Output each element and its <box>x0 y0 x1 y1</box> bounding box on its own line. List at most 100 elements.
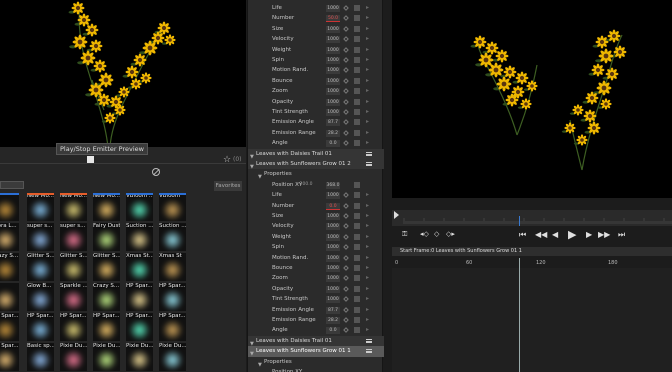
timeline-track-area[interactable] <box>392 268 672 372</box>
keyframe-diamond-icon[interactable] <box>343 119 349 126</box>
expand-arrow-icon[interactable]: ▸ <box>366 201 369 211</box>
preset-tile[interactable]: Sparkle ... <box>60 283 87 311</box>
property-value-field[interactable]: 1000 <box>326 109 340 116</box>
keyframe-toggle[interactable] <box>354 5 360 11</box>
keyframe-toggle[interactable] <box>354 275 360 282</box>
preset-tile[interactable]: Suction ... <box>159 223 186 251</box>
play-icon[interactable]: ▶ <box>568 228 576 241</box>
expand-arrow-icon[interactable]: ▸ <box>366 305 369 315</box>
property-value-field[interactable]: 0.0 <box>326 140 340 148</box>
keyframe-diamond-icon[interactable] <box>343 109 349 115</box>
expand-arrow-icon[interactable]: ▸ <box>366 76 369 86</box>
property-value-field[interactable]: 1000 <box>326 265 340 272</box>
expand-arrow-icon[interactable]: ▸ <box>366 263 369 273</box>
property-value-field[interactable]: 1000 <box>326 192 340 200</box>
keyframe-toggle[interactable] <box>354 98 360 105</box>
preset-tile[interactable]: HP Spar... <box>159 313 186 341</box>
keyframe-toggle[interactable] <box>354 317 360 323</box>
keyframe-toggle[interactable] <box>354 46 360 53</box>
group-header-sunflowers-2[interactable]: ▼ Leaves with Sunflowers Grow 01 2 <box>248 159 384 170</box>
stop-icon[interactable] <box>87 156 94 163</box>
property-value-field[interactable]: 28.2 <box>326 317 340 324</box>
menu-icon[interactable] <box>366 151 372 156</box>
preset-tile[interactable]: urora L... <box>0 223 19 251</box>
keyframe-diamond-icon[interactable] <box>343 233 349 240</box>
property-value-field[interactable]: 50.0 <box>326 15 340 23</box>
expand-arrow-icon[interactable]: ▸ <box>366 242 369 252</box>
keyframe-toggle[interactable] <box>354 57 360 63</box>
property-value-field[interactable]: 1000 <box>326 285 340 293</box>
scrubber-playhead[interactable] <box>519 216 520 226</box>
preset-tile[interactable]: super s... <box>60 223 87 251</box>
keyframe-toggle[interactable] <box>354 25 360 32</box>
go-start-icon[interactable]: ⏮ <box>519 230 526 240</box>
expand-arrow-icon[interactable]: ▸ <box>366 86 369 96</box>
expand-arrow-icon[interactable]: ▸ <box>366 13 369 23</box>
go-end-icon[interactable]: ⏭ <box>618 230 625 240</box>
keyframe-diamond-icon[interactable] <box>343 317 349 323</box>
keyframe-toggle[interactable] <box>354 181 360 188</box>
keyframe-toggle[interactable] <box>354 296 360 303</box>
properties-subheader[interactable]: ▼ Properties <box>248 169 384 180</box>
expand-arrow-icon[interactable]: ▸ <box>366 211 369 221</box>
preset-tile[interactable]: Crazy S... <box>93 283 120 311</box>
preset-tile[interactable]: Glitter S... <box>27 253 54 281</box>
position-x[interactable]: -200.0 <box>298 180 313 190</box>
keyframe-diamond-icon[interactable] <box>343 202 349 209</box>
expand-arrow-icon[interactable]: ▸ <box>366 253 369 263</box>
expand-arrow-icon[interactable]: ▸ <box>366 97 369 107</box>
expand-arrow-icon[interactable]: ▸ <box>366 3 369 13</box>
group-header-daisies[interactable]: ▼ Leaves with Daisies Trail 01 <box>248 148 384 160</box>
keyframe-toggle[interactable] <box>354 36 360 43</box>
group-header-daisies-2[interactable]: ▼ Leaves with Daisies Trail 01 <box>248 335 384 347</box>
keyframe-diamond-icon[interactable] <box>343 296 349 303</box>
keyframe-toggle[interactable] <box>354 129 360 136</box>
keyframe-diamond-icon[interactable] <box>343 192 349 199</box>
step-forward-icon[interactable]: ▶▶ <box>598 230 610 239</box>
property-value-field[interactable]: 28.2 <box>326 129 340 137</box>
expand-arrow-icon[interactable]: ▸ <box>366 294 369 304</box>
properties-subheader[interactable]: ▼ Properties <box>248 357 384 368</box>
preset-tile[interactable]: Fairy Dust <box>93 223 120 251</box>
preset-tile[interactable]: Pixie Du... <box>60 343 87 371</box>
property-value-field[interactable]: 1000 <box>326 223 340 231</box>
keyframe-toggle[interactable] <box>354 213 360 219</box>
keyframe-diamond-icon[interactable] <box>343 98 349 105</box>
keyframe-toggle[interactable] <box>354 192 360 199</box>
property-value-field[interactable]: 1000 <box>326 77 340 85</box>
keyframe-toggle[interactable] <box>354 244 360 251</box>
expand-arrow-icon[interactable]: ▸ <box>366 65 369 75</box>
keyframe-next-icon[interactable]: ◇▸ <box>446 230 455 238</box>
keyframe-toggle[interactable] <box>354 77 360 84</box>
timeline-playhead[interactable] <box>519 258 520 372</box>
property-value-field[interactable]: 1000 <box>326 213 340 220</box>
preset-tile[interactable]: Xmas St <box>159 253 186 281</box>
preset-tile[interactable]: New Mo... <box>60 193 87 221</box>
keyframe-diamond-icon[interactable] <box>343 57 349 63</box>
keyframe-toggle[interactable] <box>354 223 360 230</box>
preset-tile[interactable] <box>0 283 19 311</box>
menu-icon[interactable] <box>366 338 372 343</box>
preset-tile[interactable]: HP Spar... <box>93 313 120 341</box>
property-value-field[interactable]: 1000 <box>326 57 340 64</box>
keyframe-diamond-icon[interactable] <box>343 77 349 84</box>
preset-tile[interactable]: Pixie Du... <box>126 343 153 371</box>
menu-icon[interactable] <box>366 162 372 166</box>
property-value-field[interactable]: 0.0 <box>326 327 340 335</box>
favorites-tab[interactable]: Favorites <box>214 181 242 191</box>
expand-arrow-icon[interactable]: ▸ <box>366 128 369 138</box>
preset-tile[interactable]: VBloom <box>159 193 186 221</box>
timeline-scrubber[interactable] <box>392 210 672 226</box>
keyframe-diamond-icon[interactable] <box>343 275 349 282</box>
track-header[interactable]: Start Frame:0 Leaves with Sunflowers Gro… <box>392 247 672 256</box>
expand-arrow-icon[interactable]: ▸ <box>366 325 369 335</box>
preset-tile[interactable]: HP Spar... <box>159 283 186 311</box>
preset-tile[interactable]: HP Spar... <box>0 343 19 371</box>
keyframe-diamond-icon[interactable] <box>343 306 349 313</box>
preset-tile[interactable]: Crazy S... <box>0 253 19 281</box>
preset-tile[interactable]: New Mo... <box>93 193 120 221</box>
expand-arrow-icon[interactable]: ▸ <box>366 138 369 148</box>
expand-arrow-icon[interactable]: ▸ <box>366 55 369 65</box>
keyframe-diamond-icon[interactable] <box>343 327 349 334</box>
key-icon[interactable]: ⚿ <box>402 230 407 239</box>
